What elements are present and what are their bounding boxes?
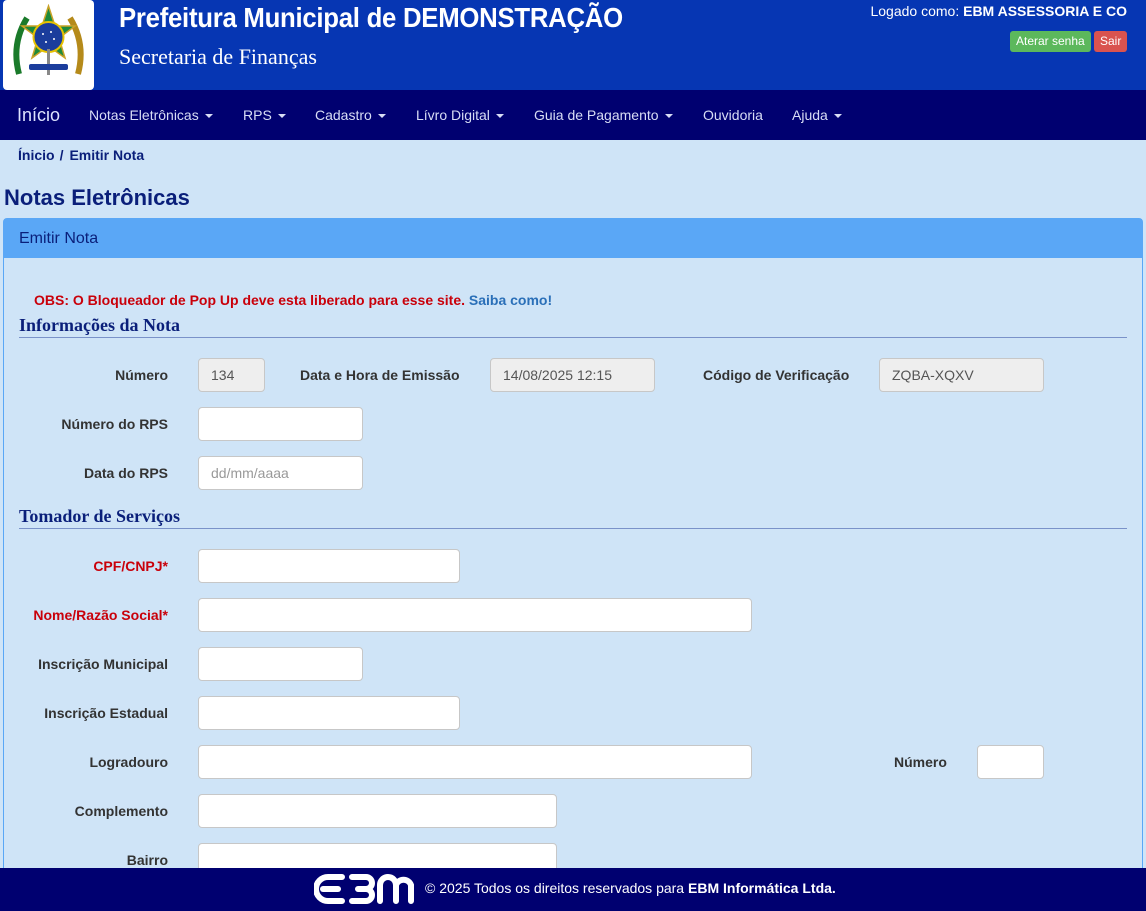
login-user: EBM ASSESSORIA E CO bbox=[963, 3, 1127, 19]
logradouro-input[interactable] bbox=[198, 745, 752, 779]
bairro-label: Bairro bbox=[126, 852, 168, 868]
endereco-numero-input[interactable] bbox=[977, 745, 1044, 779]
ebm-logo-icon bbox=[314, 874, 414, 904]
panel-heading: Emitir Nota bbox=[4, 219, 1142, 258]
nav-rps[interactable]: RPS bbox=[243, 107, 286, 123]
data-emissao-field[interactable] bbox=[490, 358, 655, 392]
popup-warning: OBS: O Bloqueador de Pop Up deve esta li… bbox=[34, 292, 552, 308]
numero-field[interactable] bbox=[198, 358, 265, 392]
inscricao-estadual-label: Inscrição Estadual bbox=[44, 705, 168, 721]
cpf-cnpj-input[interactable] bbox=[198, 549, 460, 583]
caret-down-icon bbox=[377, 114, 386, 119]
section-informacoes-nota: Informações da Nota bbox=[19, 315, 1127, 338]
site-title: Prefeitura Municipal de DEMONSTRAÇÃO bbox=[119, 2, 623, 33]
logout-button[interactable]: Sair bbox=[1094, 31, 1128, 52]
footer-text: © 2025 Todos os direitos reservados para bbox=[425, 880, 685, 896]
codigo-verificacao-label: Código de Verificação bbox=[703, 367, 850, 383]
caret-down-icon bbox=[833, 114, 842, 119]
section-tomador-servicos: Tomador de Serviços bbox=[19, 506, 1127, 529]
inscricao-estadual-input[interactable] bbox=[198, 696, 460, 730]
inscricao-municipal-label: Inscrição Municipal bbox=[38, 656, 168, 672]
breadcrumb-current: Emitir Nota bbox=[69, 147, 145, 163]
nome-razao-social-input[interactable] bbox=[198, 598, 752, 632]
site-subtitle: Secretaria de Finanças bbox=[119, 44, 317, 69]
login-info: Logado como: EBM ASSESSORIA E CO bbox=[870, 3, 1127, 19]
nav-label: Lívro Digital bbox=[416, 107, 490, 123]
nav-notas-eletronicas[interactable]: Notas Eletrônicas bbox=[89, 107, 213, 123]
caret-down-icon bbox=[204, 114, 213, 119]
nav-livro-digital[interactable]: Lívro Digital bbox=[416, 107, 504, 123]
nav-ouvidoria[interactable]: Ouvidoria bbox=[703, 107, 763, 123]
nav-label: Cadastro bbox=[315, 107, 372, 123]
nav-label: RPS bbox=[243, 107, 272, 123]
login-prefix: Logado como: bbox=[870, 3, 960, 19]
popup-help-link[interactable]: Saiba como! bbox=[469, 292, 552, 308]
data-emissao-label: Data e Hora de Emissão bbox=[300, 367, 460, 383]
coat-of-arms-logo bbox=[3, 0, 94, 90]
main-navbar: Início Notas Eletrônicas RPS Cadastro Lí… bbox=[0, 90, 1146, 140]
caret-down-icon bbox=[277, 114, 286, 119]
nome-razao-social-label: Nome/Razão Social* bbox=[33, 607, 168, 623]
nav-cadastro[interactable]: Cadastro bbox=[315, 107, 386, 123]
caret-down-icon bbox=[664, 114, 673, 119]
footer-company: EBM Informática Ltda. bbox=[688, 880, 836, 896]
change-password-button[interactable]: Aterar senha bbox=[1010, 31, 1091, 52]
site-footer: © 2025 Todos os direitos reservados para… bbox=[0, 868, 1146, 911]
inscricao-municipal-input[interactable] bbox=[198, 647, 363, 681]
numero-label: Número bbox=[115, 367, 168, 383]
breadcrumb-home[interactable]: Ínicio bbox=[18, 147, 55, 163]
page-title: Notas Eletrônicas bbox=[4, 185, 190, 210]
complemento-label: Complemento bbox=[74, 803, 168, 819]
complemento-input[interactable] bbox=[198, 794, 557, 828]
nav-label: Ajuda bbox=[792, 107, 828, 123]
popup-warning-text: OBS: O Bloqueador de Pop Up deve esta li… bbox=[34, 292, 466, 308]
codigo-verificacao-field[interactable] bbox=[879, 358, 1044, 392]
rps-data-input[interactable] bbox=[198, 456, 363, 490]
nav-label: Notas Eletrônicas bbox=[89, 107, 199, 123]
footer-copyright: © 2025 Todos os direitos reservados para… bbox=[425, 880, 836, 896]
nav-label: Guia de Pagamento bbox=[534, 107, 659, 123]
endereco-numero-label: Número bbox=[894, 754, 947, 770]
rps-numero-input[interactable] bbox=[198, 407, 363, 441]
rps-data-label: Data do RPS bbox=[83, 465, 168, 481]
nav-home[interactable]: Início bbox=[17, 105, 60, 126]
nav-guia-pagamento[interactable]: Guia de Pagamento bbox=[534, 107, 673, 123]
breadcrumb: Ínicio / Emitir Nota bbox=[18, 147, 144, 163]
cpf-cnpj-label: CPF/CNPJ* bbox=[93, 558, 168, 574]
caret-down-icon bbox=[495, 114, 504, 119]
logradouro-label: Logradouro bbox=[89, 754, 168, 770]
site-header: Prefeitura Municipal de DEMONSTRAÇÃO Sec… bbox=[0, 0, 1146, 90]
nav-ajuda[interactable]: Ajuda bbox=[792, 107, 842, 123]
breadcrumb-separator: / bbox=[59, 147, 64, 163]
rps-numero-label: Número do RPS bbox=[61, 416, 168, 432]
nav-label: Ouvidoria bbox=[703, 107, 763, 123]
